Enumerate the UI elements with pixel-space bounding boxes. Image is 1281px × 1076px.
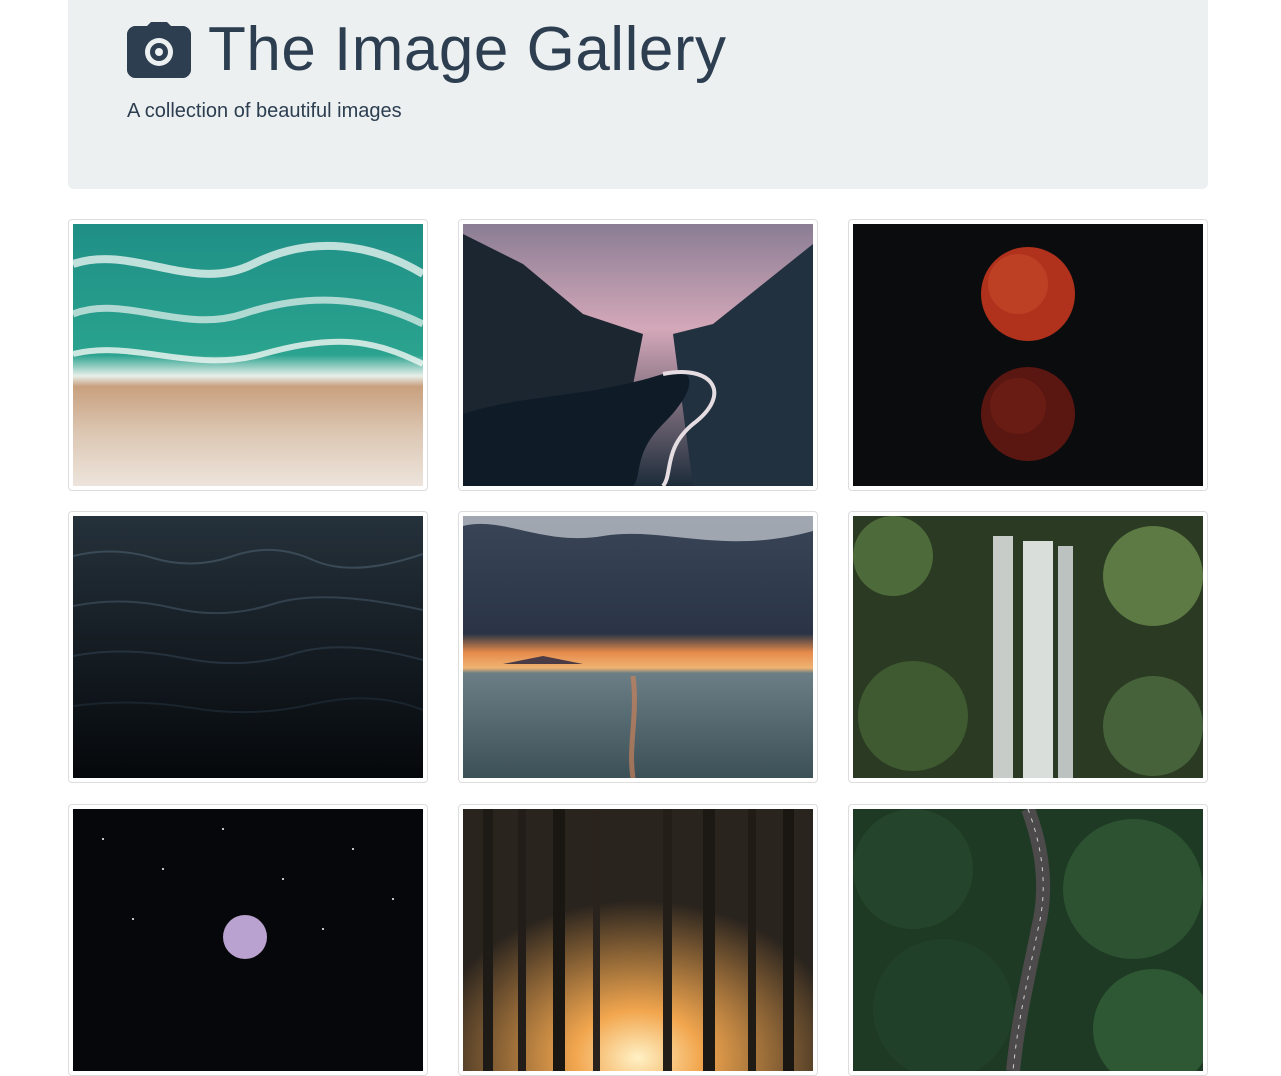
gallery-thumbnail-4[interactable] [68, 511, 428, 783]
image-forest-waterfall [853, 516, 1203, 778]
page-subtitle: A collection of beautiful images [127, 100, 402, 122]
image-sunlit-forest [463, 809, 813, 1071]
gallery-thumbnail-5[interactable] [458, 511, 818, 783]
header-jumbotron: The Image Gallery A collection of beauti… [68, 0, 1208, 189]
gallery-thumbnail-7[interactable] [68, 804, 428, 1076]
image-ocean-beach-aerial [73, 224, 423, 486]
gallery-thumbnail-2[interactable] [458, 219, 818, 491]
gallery-thumbnail-9[interactable] [848, 804, 1208, 1076]
image-dark-ocean-waves [73, 516, 423, 778]
gallery-thumbnail-1[interactable] [68, 219, 428, 491]
camera-icon [127, 22, 191, 78]
gallery-thumbnail-8[interactable] [458, 804, 818, 1076]
image-blood-moon-eclipse [853, 224, 1203, 486]
image-moon-starry-sky [73, 809, 423, 1071]
image-sunset-lake-clouds [463, 516, 813, 778]
gallery-thumbnail-6[interactable] [848, 511, 1208, 783]
image-forest-road-aerial [853, 809, 1203, 1071]
gallery-thumbnail-3[interactable] [848, 219, 1208, 491]
image-mountain-river-dusk [463, 224, 813, 486]
title-row: The Image Gallery [127, 12, 727, 88]
page-title: The Image Gallery [208, 15, 727, 84]
